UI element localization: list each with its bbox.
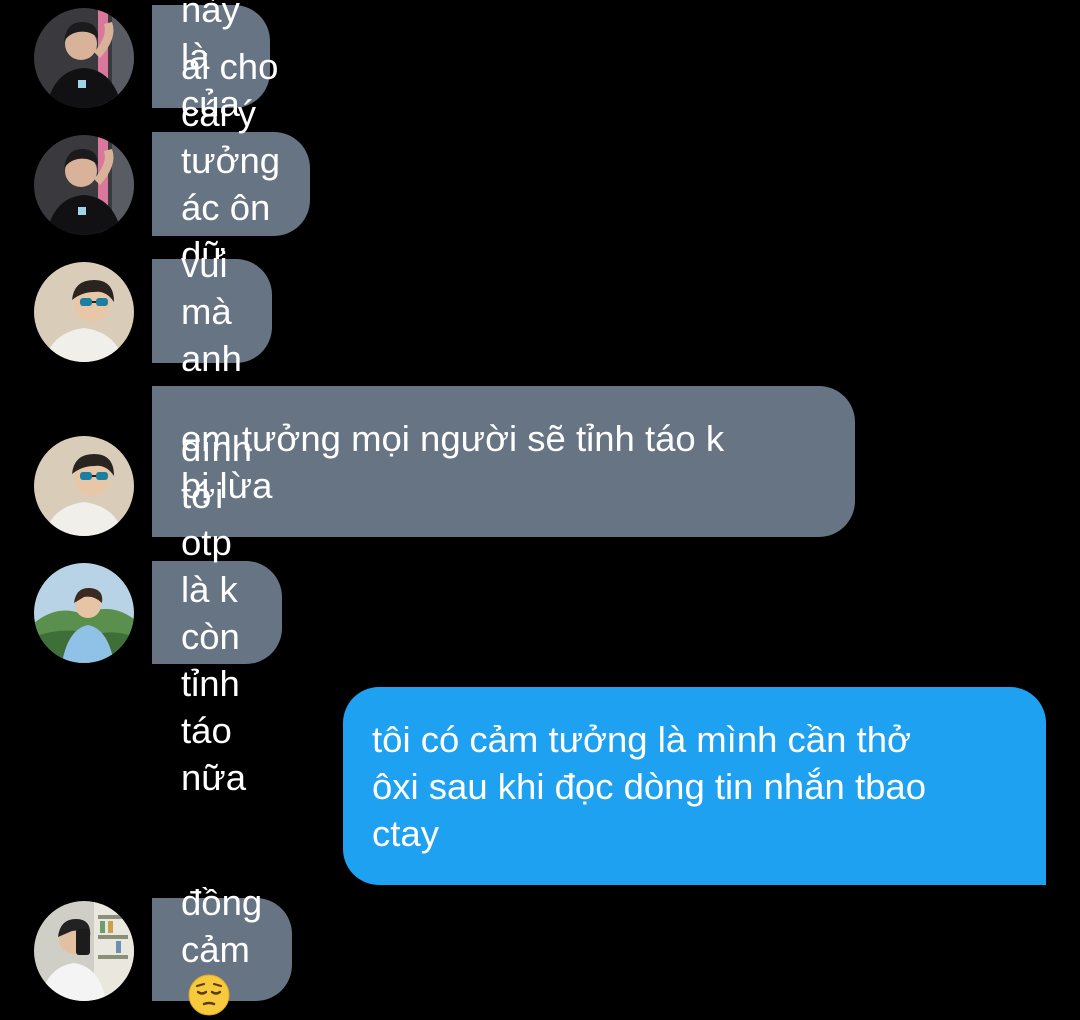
- message-bubble[interactable]: đồng cảm: [152, 882, 293, 1016]
- avatar[interactable]: [34, 901, 134, 1001]
- avatar[interactable]: [34, 436, 134, 536]
- message-bubble[interactable]: ai cho cái ý tưởng ác ôn dữ dẫy: [152, 46, 311, 322]
- avatar[interactable]: [34, 8, 134, 108]
- avatar[interactable]: [34, 135, 134, 235]
- message-text: vui mà anh: [181, 243, 242, 379]
- message-text: tôi có cảm tưởng là mình cần thở ôxi sau…: [372, 718, 926, 854]
- message-bubble[interactable]: em tưởng mọi người sẽ tỉnh táo k bị lừa: [152, 386, 855, 537]
- message-bubble[interactable]: dính tới otp là k còn tỉnh táo nữa: [152, 428, 283, 798]
- avatar-sunglasses-icon: [34, 262, 134, 362]
- avatar-sunglasses-icon: [34, 436, 134, 536]
- avatar-dark-shirt-icon: [34, 135, 134, 235]
- avatar-dark-shirt-icon: [34, 8, 134, 108]
- message-text: dính tới otp là k còn tỉnh táo nữa: [181, 427, 253, 798]
- avatar-mirror-selfie-icon: [34, 901, 134, 1001]
- message-text: đồng cảm: [181, 879, 262, 1020]
- avatar-outdoor-icon: [34, 563, 134, 663]
- avatar[interactable]: [34, 262, 134, 362]
- message-text-content: đồng cảm: [181, 882, 263, 970]
- message-bubble[interactable]: tôi có cảm tưởng là mình cần thở ôxi sau…: [343, 687, 1046, 885]
- pensive-face-emoji-icon: [188, 974, 230, 1016]
- message-bubble[interactable]: vui mà anh: [152, 244, 272, 379]
- avatar[interactable]: [34, 563, 134, 663]
- message-text: em tưởng mọi người sẽ tỉnh táo k bị lừa: [181, 417, 725, 506]
